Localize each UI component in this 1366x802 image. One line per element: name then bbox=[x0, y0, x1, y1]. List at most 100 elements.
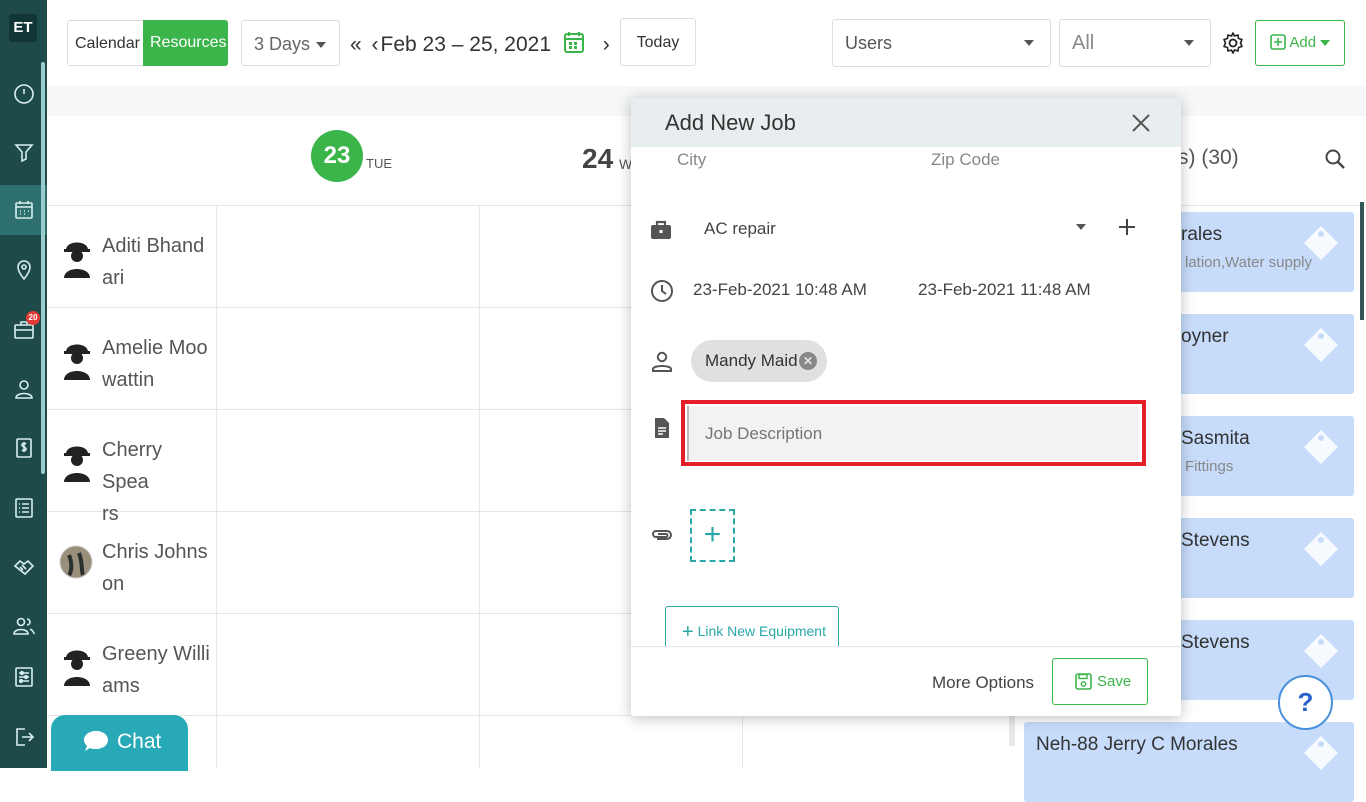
job-card-title: Stevens bbox=[1181, 632, 1250, 653]
clock-icon bbox=[651, 280, 673, 302]
more-options-button[interactable]: More Options bbox=[932, 673, 1034, 693]
chevron-down-icon bbox=[1024, 40, 1034, 46]
job-card-title: oyner bbox=[1181, 326, 1229, 347]
gear-icon[interactable] bbox=[1221, 31, 1245, 55]
save-label: Save bbox=[1097, 673, 1132, 690]
resource-name: Amelie Moo wattin bbox=[102, 337, 208, 391]
chevron-left-icon[interactable]: ‹ bbox=[372, 33, 379, 57]
calendar-picker-icon[interactable] bbox=[563, 30, 585, 54]
plus-icon: + bbox=[682, 621, 694, 643]
job-card-subtitle: lation,Water supply bbox=[1185, 254, 1313, 271]
job-card[interactable]: Neh-88 Jerry C Morales bbox=[1024, 722, 1354, 802]
assignee-chip[interactable]: Mandy Maid ✕ bbox=[691, 340, 827, 382]
jobs-badge: 20 bbox=[26, 311, 40, 325]
modal-footer: More Options Save bbox=[631, 646, 1181, 716]
tag-icon bbox=[1304, 532, 1338, 566]
job-card-title: Neh-88 Jerry C Morales bbox=[1036, 734, 1238, 755]
add-job-modal: Add New Job City Zip Code AC repair 23-F… bbox=[631, 98, 1181, 716]
chat-button[interactable]: Chat bbox=[51, 715, 188, 771]
double-chevron-left-icon[interactable]: « bbox=[350, 33, 362, 57]
worker-avatar-icon bbox=[64, 650, 90, 686]
handshake-icon[interactable] bbox=[0, 542, 47, 592]
resource-name: Greeny Willi ams bbox=[102, 643, 210, 697]
all-select-value: All bbox=[1072, 32, 1095, 54]
chat-bubble-icon bbox=[84, 731, 108, 751]
invoice-dollar-icon[interactable] bbox=[0, 423, 47, 473]
job-card-subtitle: Fittings bbox=[1185, 458, 1234, 475]
jobs-scrollbar[interactable] bbox=[1360, 202, 1364, 320]
logout-icon[interactable] bbox=[0, 712, 47, 762]
date-range-label: Feb 23 – 25, 2021 bbox=[380, 33, 552, 56]
save-button[interactable]: Save bbox=[1052, 658, 1148, 705]
date-navigator: « ‹Feb 23 – 25, 2021 › » bbox=[348, 30, 633, 57]
chevron-down-icon bbox=[1320, 40, 1331, 47]
sidebar: ET 20 bbox=[0, 0, 47, 768]
tag-icon bbox=[1304, 226, 1338, 260]
briefcase-icon bbox=[651, 220, 671, 239]
job-card-title: Sasmita bbox=[1181, 428, 1250, 449]
close-icon[interactable] bbox=[1130, 112, 1152, 134]
chevron-down-icon bbox=[316, 42, 327, 49]
worker-avatar-icon bbox=[64, 344, 90, 380]
start-datetime-field[interactable]: 23-Feb-2021 10:48 AM bbox=[693, 280, 867, 300]
remove-assignee-icon[interactable]: ✕ bbox=[799, 352, 817, 370]
today-button[interactable]: Today bbox=[620, 18, 696, 66]
resource-name: Aditi Bhand ari bbox=[102, 235, 205, 289]
add-attachment-button[interactable]: + bbox=[690, 509, 735, 562]
tag-icon bbox=[1304, 634, 1338, 668]
chevron-down-icon[interactable] bbox=[1076, 224, 1086, 230]
link-equipment-label: Link New Equipment bbox=[697, 623, 826, 639]
tab-calendar[interactable]: Calendar bbox=[67, 20, 144, 66]
tab-resources[interactable]: Resources bbox=[143, 20, 228, 66]
paperclip-icon bbox=[652, 530, 672, 540]
day-label: TUE bbox=[366, 156, 392, 171]
list-icon[interactable] bbox=[0, 483, 47, 533]
users-select[interactable]: Users bbox=[832, 19, 1051, 67]
app-logo[interactable]: ET bbox=[9, 14, 37, 42]
resource-name: Chris Johns on bbox=[102, 541, 208, 595]
settings-sliders-icon[interactable] bbox=[0, 652, 47, 702]
modal-header: Add New Job bbox=[631, 98, 1181, 147]
avatar bbox=[59, 545, 93, 579]
day-number-today[interactable]: 23 bbox=[311, 130, 363, 182]
end-datetime-field[interactable]: 23-Feb-2021 11:48 AM bbox=[918, 280, 1091, 300]
help-button[interactable]: ? bbox=[1278, 675, 1333, 730]
worker-avatar-icon bbox=[64, 242, 90, 278]
save-floppy-icon bbox=[1075, 673, 1092, 690]
users-select-value: Users bbox=[845, 33, 893, 53]
job-card-title: Stevens bbox=[1181, 530, 1250, 551]
dashboard-icon[interactable] bbox=[0, 68, 47, 118]
tag-icon bbox=[1304, 736, 1338, 770]
worker-avatar-icon bbox=[64, 446, 90, 482]
job-type-select[interactable]: AC repair bbox=[704, 219, 776, 239]
days-select[interactable]: 3 Days bbox=[241, 20, 340, 66]
chat-label: Chat bbox=[117, 730, 162, 753]
unassigned-jobs-title: s) (30) bbox=[1178, 146, 1239, 169]
city-field[interactable]: City bbox=[677, 150, 706, 170]
job-card-title: rales bbox=[1181, 224, 1223, 245]
jobs-briefcase-icon[interactable]: 20 bbox=[0, 305, 47, 355]
add-job-type-icon[interactable] bbox=[1117, 217, 1137, 237]
tag-icon bbox=[1304, 328, 1338, 362]
add-button-label: Add bbox=[1289, 34, 1317, 51]
funnel-icon[interactable] bbox=[0, 127, 47, 177]
zip-code-field[interactable]: Zip Code bbox=[931, 150, 1000, 170]
user-icon[interactable] bbox=[0, 364, 47, 414]
assignee-name: Mandy Maid bbox=[705, 351, 798, 370]
search-icon[interactable] bbox=[1324, 148, 1346, 170]
filter-all-select[interactable]: All bbox=[1059, 19, 1211, 67]
days-select-value: 3 Days bbox=[254, 34, 311, 54]
map-pin-icon[interactable] bbox=[0, 245, 47, 295]
person-icon bbox=[652, 351, 672, 372]
chevron-down-icon bbox=[1184, 40, 1194, 46]
tag-icon bbox=[1304, 430, 1338, 464]
sidebar-scrollbar[interactable] bbox=[41, 62, 45, 474]
add-button[interactable]: Add bbox=[1255, 20, 1345, 66]
plus-box-icon bbox=[1270, 34, 1286, 50]
day-number[interactable]: 24 bbox=[582, 143, 613, 175]
job-description-input[interactable] bbox=[687, 406, 1138, 461]
team-icon[interactable] bbox=[0, 601, 47, 651]
calendar-icon[interactable] bbox=[0, 185, 47, 235]
modal-title: Add New Job bbox=[665, 110, 796, 135]
chevron-right-icon[interactable]: › bbox=[603, 33, 610, 57]
